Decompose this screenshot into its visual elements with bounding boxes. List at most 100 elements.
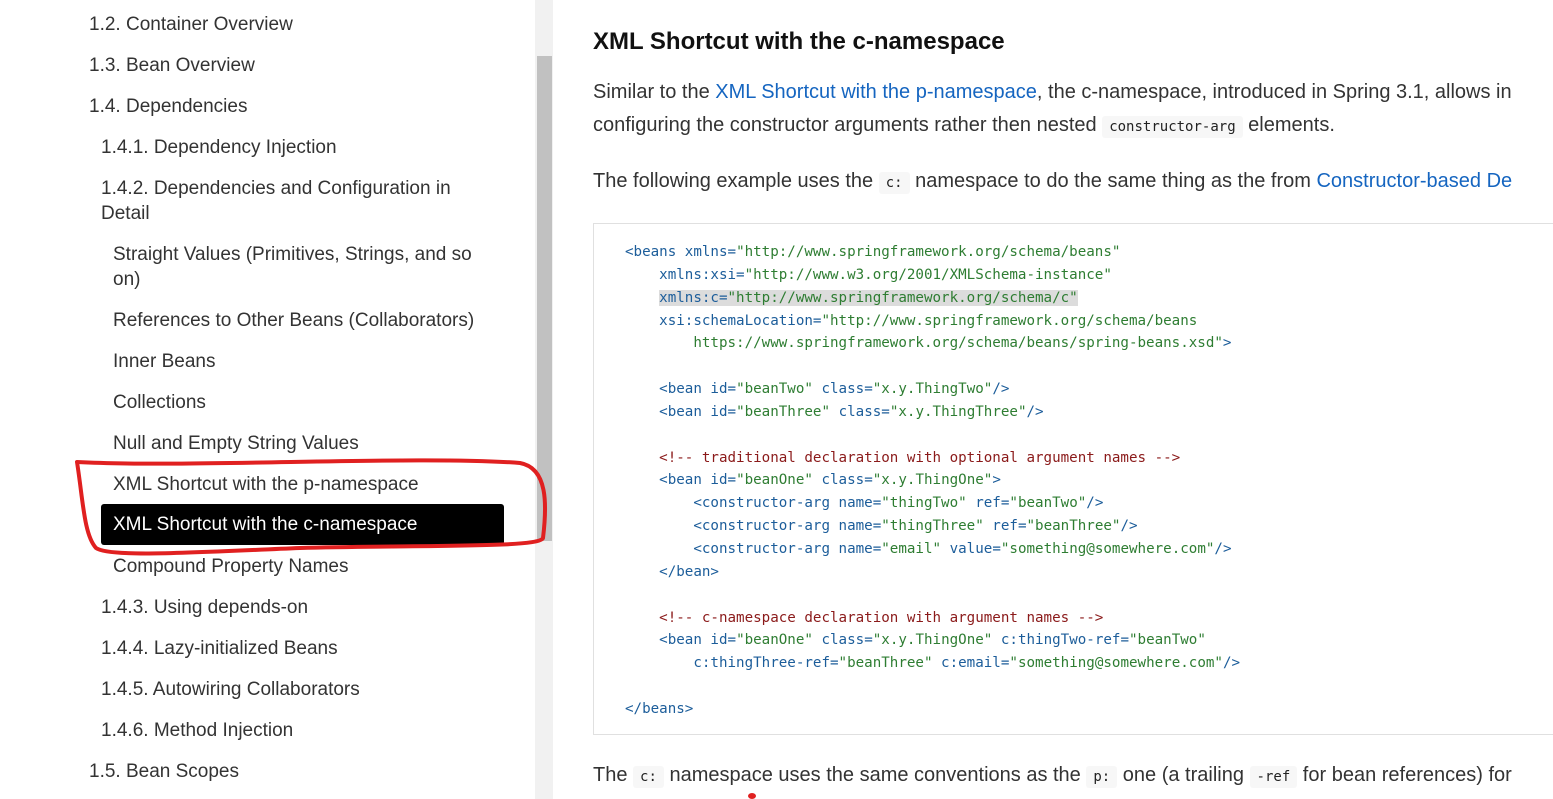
code-token: name bbox=[838, 495, 873, 512]
code-token: = bbox=[864, 632, 873, 649]
code-token: "http://www.w3.org/2001/XMLSchema-instan… bbox=[744, 266, 1112, 283]
code-token: "beanOne" bbox=[736, 472, 813, 489]
inline-code-ref: -ref bbox=[1249, 766, 1298, 788]
code-token: = bbox=[1120, 632, 1129, 649]
code-token: <beans bbox=[625, 244, 685, 260]
code-token: xmlns bbox=[684, 244, 728, 260]
code-token: class bbox=[812, 472, 865, 489]
toc-item-compound-property-names[interactable]: Compound Property Names bbox=[113, 554, 349, 579]
code-token: xmlns:xsi bbox=[625, 266, 737, 283]
code-pre: <beans xmlns="http://www.springframework… bbox=[594, 224, 1553, 721]
p-namespace-link[interactable]: XML Shortcut with the p-namespace bbox=[715, 81, 1037, 103]
code-comment: <!-- traditional declaration with option… bbox=[625, 449, 1181, 466]
toc-item-dependency-injection[interactable]: 1.4.1. Dependency Injection bbox=[101, 135, 337, 160]
code-token: = bbox=[872, 495, 882, 512]
code-token: <bean bbox=[625, 472, 711, 489]
sidebar-scrollbar-thumb[interactable] bbox=[537, 56, 552, 541]
code-token: </beans> bbox=[625, 700, 694, 717]
toc-item-depends-on[interactable]: 1.4.3. Using depends-on bbox=[101, 595, 308, 620]
code-token: "x.y.ThingOne" bbox=[872, 472, 993, 489]
code-token: class bbox=[830, 403, 882, 420]
code-token: /> bbox=[1214, 540, 1232, 557]
code-token: /> bbox=[992, 381, 1010, 398]
section-heading: XML Shortcut with the c-namespace bbox=[593, 28, 1005, 55]
toc-sidebar: 1.2. Container Overview 1.3. Bean Overvi… bbox=[0, 0, 535, 799]
toc-item-null-empty-strings[interactable]: Null and Empty String Values bbox=[113, 431, 359, 456]
code-token: <bean bbox=[625, 381, 711, 398]
intro-text-4: elements. bbox=[1242, 114, 1335, 136]
code-token: /> bbox=[1026, 403, 1044, 420]
toc-item-method-injection[interactable]: 1.4.6. Method Injection bbox=[101, 718, 293, 743]
code-token: <bean bbox=[625, 403, 711, 420]
code-token: = bbox=[727, 632, 737, 649]
code-token: c:email bbox=[932, 655, 1001, 672]
toc-item-collections[interactable]: Collections bbox=[113, 390, 206, 415]
code-token: /> bbox=[1086, 495, 1104, 512]
code-token: <constructor-arg bbox=[625, 540, 839, 557]
constructor-based-link[interactable]: Constructor-based De bbox=[1316, 170, 1512, 192]
example-text-1: The following example uses the bbox=[593, 170, 879, 192]
toc-item-lazy-initialized[interactable]: 1.4.4. Lazy-initialized Beans bbox=[101, 636, 338, 661]
inline-code-c: c: bbox=[878, 172, 910, 194]
code-token: ref bbox=[966, 495, 1001, 512]
toc-item-container-overview[interactable]: 1.2. Container Overview bbox=[89, 12, 293, 37]
code-token: ref bbox=[983, 518, 1018, 535]
code-token: = bbox=[881, 403, 890, 420]
toc-item-dependencies-configuration[interactable]: 1.4.2. Dependencies and Configuration in… bbox=[101, 176, 491, 226]
code-token: name bbox=[838, 518, 873, 535]
code-token: "x.y.ThingThree" bbox=[889, 403, 1027, 420]
code-token: value bbox=[941, 540, 993, 557]
code-token: xsi:schemaLocation bbox=[625, 312, 813, 329]
code-token: "http://www.springframework.org/schema/b… bbox=[821, 312, 1198, 329]
toc-item-references-other-beans[interactable]: References to Other Beans (Collaborators… bbox=[113, 308, 474, 333]
code-token: = bbox=[992, 540, 1001, 557]
code-token: = bbox=[718, 289, 728, 306]
code-token: > bbox=[992, 472, 1001, 489]
code-token: = bbox=[872, 518, 882, 535]
code-token: /> bbox=[1222, 655, 1241, 672]
code-token: id bbox=[710, 632, 728, 649]
code-token: "beanTwo" bbox=[736, 381, 813, 398]
toc-item-p-namespace[interactable]: XML Shortcut with the p-namespace bbox=[113, 472, 419, 497]
code-token: c:thingTwo-ref bbox=[992, 632, 1121, 649]
code-token: </bean> bbox=[625, 563, 719, 580]
code-token: "thingThree" bbox=[881, 518, 984, 535]
xml-code-listing[interactable]: <beans xmlns="http://www.springframework… bbox=[593, 223, 1553, 735]
code-token: = bbox=[727, 472, 737, 489]
code-token: = bbox=[864, 472, 873, 489]
toc-item-c-namespace-active[interactable]: XML Shortcut with the c-namespace bbox=[101, 504, 504, 545]
code-token: "beanThree" bbox=[838, 655, 933, 672]
toc-item-autowiring[interactable]: 1.4.5. Autowiring Collaborators bbox=[101, 677, 360, 702]
intro-paragraph: Similar to the XML Shortcut with the p-n… bbox=[593, 76, 1512, 144]
code-token: = bbox=[727, 381, 737, 398]
code-token: = bbox=[864, 381, 873, 398]
intro-text-3: configuring the constructor arguments ra… bbox=[593, 114, 1103, 136]
conventions-text-1: The bbox=[593, 764, 634, 786]
inline-code-p: p: bbox=[1086, 766, 1118, 788]
code-token: id bbox=[710, 381, 728, 398]
code-token: "http://www.springframework.org/schema/c… bbox=[727, 289, 1078, 306]
toc-item-inner-beans[interactable]: Inner Beans bbox=[113, 349, 215, 374]
code-token: class bbox=[812, 381, 865, 398]
code-token: "something@somewhere.com" bbox=[1000, 540, 1215, 557]
inline-code-constructor-arg: constructor-arg bbox=[1102, 116, 1243, 138]
conventions-text-4: for bean references) for bbox=[1297, 764, 1512, 786]
toc-item-bean-scopes[interactable]: 1.5. Bean Scopes bbox=[89, 759, 239, 784]
code-token: "beanThree" bbox=[1026, 518, 1121, 535]
code-token: "email" bbox=[881, 540, 942, 557]
code-token: <constructor-arg bbox=[625, 495, 839, 512]
code-token: name bbox=[838, 540, 873, 557]
example-text-2: namespace to do the same thing as the fr… bbox=[909, 170, 1317, 192]
code-token: "beanTwo" bbox=[1009, 495, 1087, 512]
code-token: "thingTwo" bbox=[881, 495, 967, 512]
code-token: "beanThree" bbox=[736, 403, 831, 420]
main-content: XML Shortcut with the c-namespace Simila… bbox=[553, 0, 1553, 799]
toc-item-bean-overview[interactable]: 1.3. Bean Overview bbox=[89, 53, 255, 78]
code-token: class bbox=[812, 632, 865, 649]
code-token: "x.y.ThingOne" bbox=[872, 632, 993, 649]
toc-item-straight-values[interactable]: Straight Values (Primitives, Strings, an… bbox=[113, 242, 503, 292]
toc-item-dependencies[interactable]: 1.4. Dependencies bbox=[89, 94, 247, 119]
inline-code-c-2: c: bbox=[633, 766, 664, 788]
code-token: <constructor-arg bbox=[625, 518, 839, 535]
code-token: = bbox=[736, 266, 745, 283]
